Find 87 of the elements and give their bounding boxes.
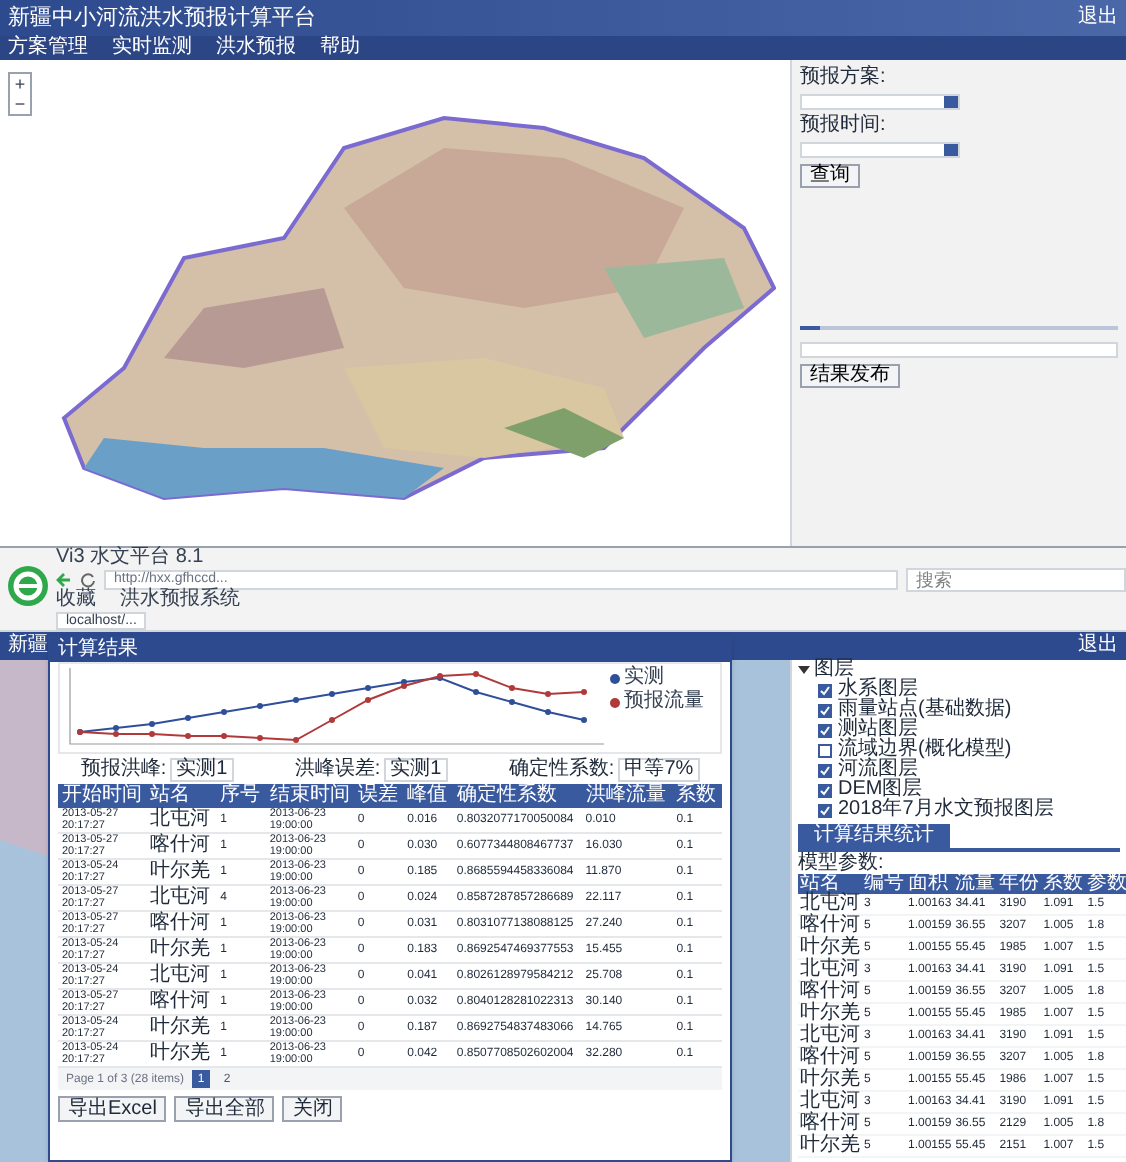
tree-toggle-icon[interactable] [798, 664, 810, 676]
table-cell-text: 北屯河 [798, 1091, 862, 1112]
column-header: 序号 [216, 784, 266, 808]
table-cell-text: 叶尔羌 [798, 1069, 862, 1090]
column-header: 洪峰流量 [581, 784, 673, 808]
column-header: 峰值 [403, 784, 453, 808]
layer-label: 流域边界(概化模型) [838, 740, 1012, 760]
table-cell-text: 北屯河 [798, 894, 862, 914]
column-header: 确定性系数 [452, 784, 582, 808]
layer-label: 水系图层 [838, 680, 918, 700]
table-cell: 叶尔羌 [146, 859, 217, 885]
column-header: 误差 [353, 784, 404, 808]
column-header: 站名 [146, 784, 217, 808]
field-label: 预报洪峰: [80, 759, 167, 779]
checkbox[interactable] [818, 723, 832, 737]
table-cell: 喀什河 [146, 989, 217, 1015]
nav-item[interactable]: 帮助 [320, 38, 360, 58]
table-cell-text: 喀什河 [798, 1047, 862, 1068]
nav-item[interactable]: 实时监测 [112, 38, 192, 58]
action-button[interactable]: 导出全部 [174, 1096, 275, 1122]
table-cell: 北屯河 [146, 808, 217, 833]
checkbox[interactable] [818, 683, 832, 697]
text-field[interactable]: 实测1 [384, 757, 448, 781]
legend-label: 预报流量 [624, 692, 704, 712]
table-cell: 叶尔羌 [146, 1041, 217, 1067]
table-cell-text: 叶尔羌 [798, 1003, 862, 1024]
layer-label: 河流图层 [838, 760, 918, 780]
panel-tab[interactable]: 计算结果统计 [798, 824, 950, 848]
table-cell-text: 喀什河 [798, 981, 862, 1002]
table-cell-text: 北屯河 [798, 1025, 862, 1046]
zoom-button[interactable]: + [10, 74, 30, 94]
checkbox[interactable] [818, 783, 832, 797]
app-title: 新疆中小河流洪水预报计算平台 [8, 7, 316, 29]
table-cell: 叶尔羌 [798, 1135, 862, 1157]
table-cell-text: 喀什河 [798, 1113, 862, 1134]
field-label: 预报时间: [800, 116, 888, 136]
app-title: 新疆 [8, 636, 48, 656]
browser-logo-icon [6, 564, 50, 608]
bookmark-link[interactable]: 收藏 [56, 590, 96, 611]
field-label: 洪峰误差: [294, 759, 381, 779]
dropdown-field[interactable] [800, 94, 960, 110]
tree-item[interactable]: 图层 [814, 660, 854, 680]
text-field[interactable]: 实测1 [170, 757, 234, 781]
layer-label: DEM图层 [838, 780, 923, 800]
table-cell: 北屯河 [146, 885, 217, 911]
checkbox[interactable] [818, 763, 832, 777]
column-header: 结束时间 [265, 784, 354, 808]
zoom-button[interactable]: − [10, 94, 30, 114]
slider[interactable] [800, 320, 1118, 336]
text-field[interactable]: 甲等7% [618, 757, 700, 781]
window-title: Vi3 水文平台 8.1 [56, 548, 206, 568]
back-icon [56, 571, 72, 587]
layer-label: 测站图层 [838, 720, 918, 740]
checkbox[interactable] [818, 803, 832, 817]
dialog-title: 计算结果 [58, 640, 138, 660]
table-cell: 喀什河 [146, 911, 217, 937]
legend-label: 实测 [624, 668, 664, 688]
table-cell-text: 叶尔羌 [798, 937, 862, 958]
field-label: 预报方案: [800, 68, 888, 88]
publish-button[interactable]: 结果发布 [800, 364, 900, 388]
reload-icon [80, 571, 96, 587]
text-field[interactable] [800, 342, 1118, 358]
table-cell-text: 喀什河 [798, 915, 862, 936]
column-header: 年份 [997, 874, 1042, 894]
dropdown-field[interactable] [800, 142, 960, 158]
layer-label: 雨量站点(基础数据) [838, 700, 1012, 720]
table-title: 模型参数: [798, 852, 886, 874]
nav-item[interactable]: 方案管理 [8, 38, 88, 58]
action-button[interactable]: 关闭 [282, 1096, 343, 1122]
logout-link[interactable]: 退出 [1078, 636, 1118, 656]
table-cell: 喀什河 [146, 833, 217, 859]
action-button[interactable]: 导出Excel [58, 1096, 167, 1122]
column-header: 系数 [672, 784, 722, 808]
checkbox[interactable] [818, 703, 832, 717]
field-label: 确定性系数: [508, 759, 615, 779]
nav-item[interactable]: 洪水预报 [216, 38, 296, 58]
checkbox[interactable] [818, 743, 832, 757]
table-cell: 叶尔羌 [146, 937, 217, 963]
bookmark-link[interactable]: 洪水预报系统 [120, 590, 240, 611]
column-header: 开始时间 [58, 784, 146, 808]
table-cell: 叶尔羌 [146, 1015, 217, 1041]
search-field[interactable]: 搜索 [906, 567, 1126, 591]
layer-label: 2018年7月水文预报图层 [838, 800, 1054, 820]
table-cell: 北屯河 [146, 963, 217, 989]
query-button[interactable]: 查询 [800, 164, 860, 188]
logout-link[interactable]: 退出 [1078, 8, 1118, 28]
table-cell-text: 北屯河 [798, 959, 862, 980]
